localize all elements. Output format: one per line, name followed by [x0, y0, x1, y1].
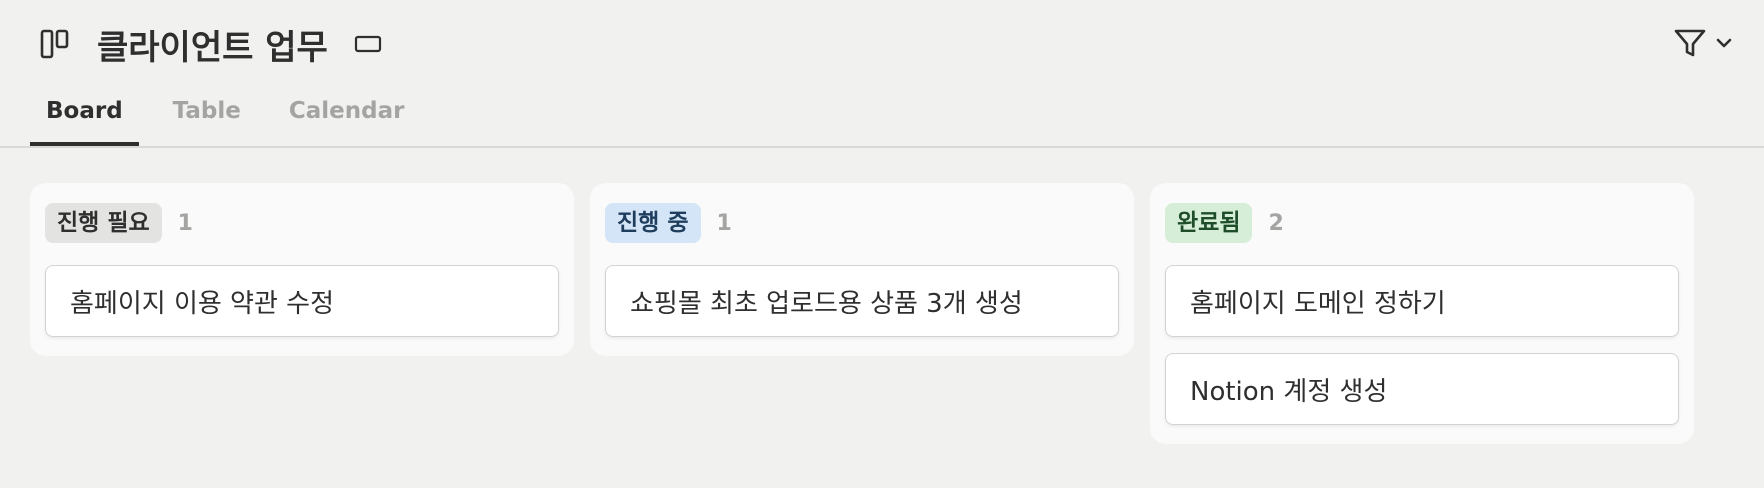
- view-tabs: Board Table Calendar: [30, 96, 420, 148]
- filter-icon[interactable]: [1672, 26, 1708, 60]
- task-card[interactable]: Notion 계정 생성: [1165, 353, 1679, 425]
- status-badge[interactable]: 진행 필요: [45, 203, 162, 243]
- board-view-icon: [40, 29, 69, 59]
- status-badge[interactable]: 진행 중: [605, 203, 701, 243]
- chevron-down-icon[interactable]: [1714, 34, 1734, 52]
- tab-table[interactable]: Table: [157, 96, 257, 146]
- board-column-todo: 진행 필요 1 홈페이지 이용 약관 수정: [30, 183, 574, 356]
- column-header: 진행 중 1: [605, 203, 1119, 243]
- column-count: 1: [177, 210, 193, 236]
- view-options-icon[interactable]: [354, 33, 382, 55]
- column-count: 2: [1268, 210, 1284, 236]
- column-header: 완료됨 2: [1165, 203, 1679, 243]
- page-header: 클라이언트 업무: [0, 0, 1764, 88]
- task-card[interactable]: 쇼핑몰 최초 업로드용 상품 3개 생성: [605, 265, 1119, 337]
- tab-board[interactable]: Board: [30, 96, 139, 146]
- task-card[interactable]: 홈페이지 도메인 정하기: [1165, 265, 1679, 337]
- task-card[interactable]: 홈페이지 이용 약관 수정: [45, 265, 559, 337]
- board-column-done: 완료됨 2 홈페이지 도메인 정하기 Notion 계정 생성: [1150, 183, 1694, 444]
- board-column-in-progress: 진행 중 1 쇼핑몰 최초 업로드용 상품 3개 생성: [590, 183, 1134, 356]
- tabs-divider: [0, 146, 1764, 148]
- board: 진행 필요 1 홈페이지 이용 약관 수정 진행 중 1 쇼핑몰 최초 업로드용…: [30, 183, 1694, 444]
- column-header: 진행 필요 1: [45, 203, 559, 243]
- tab-calendar[interactable]: Calendar: [273, 96, 421, 146]
- status-badge[interactable]: 완료됨: [1165, 203, 1253, 243]
- column-count: 1: [716, 210, 732, 236]
- page-title: 클라이언트 업무: [97, 28, 328, 68]
